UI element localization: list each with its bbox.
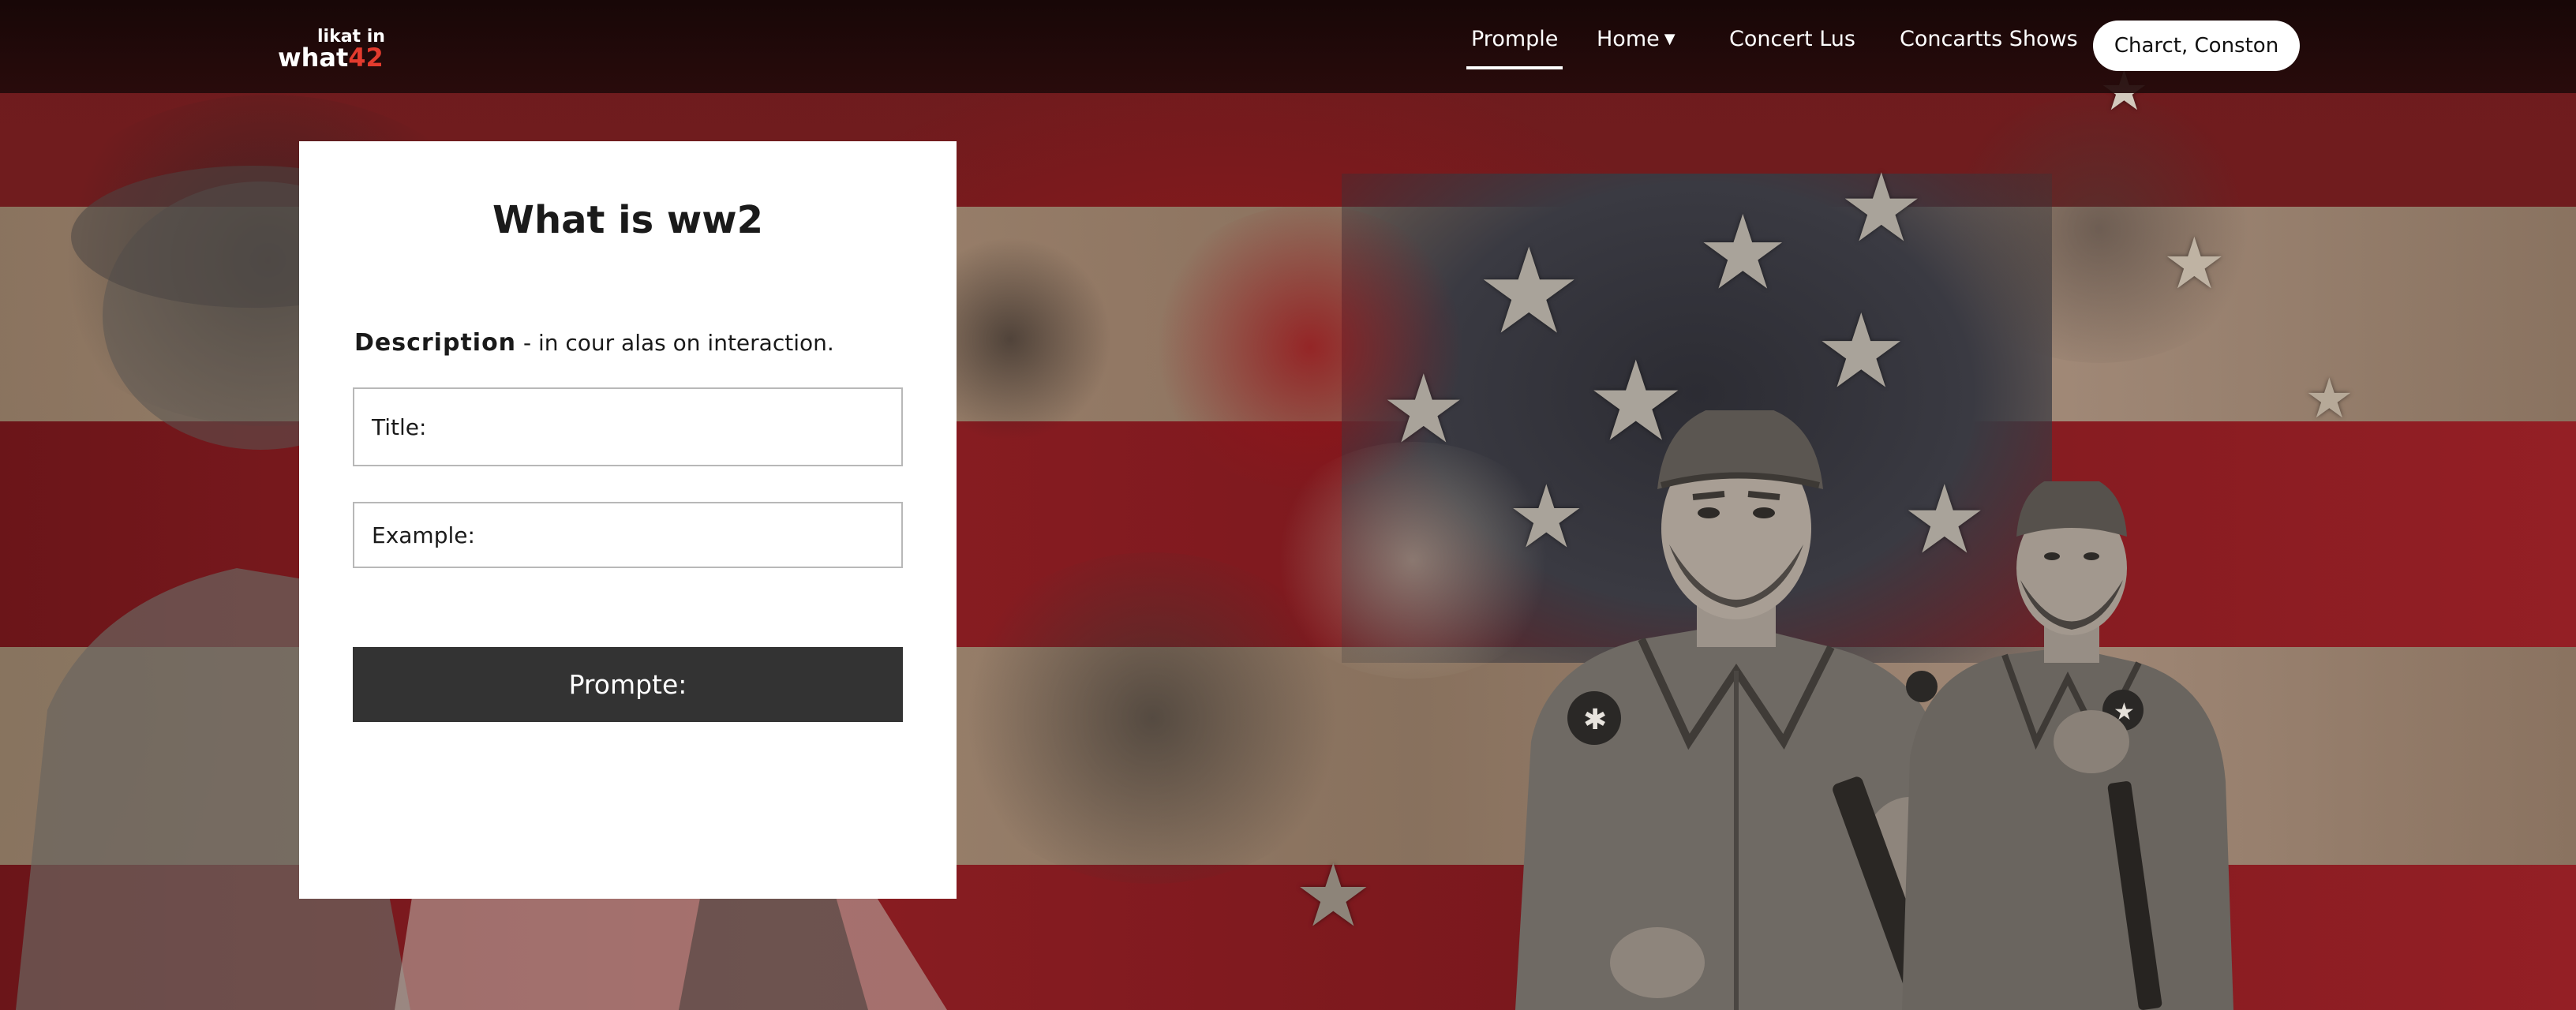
title-field-label: Title: xyxy=(372,413,427,440)
star-icon: ★ xyxy=(2162,223,2226,305)
logo-line-2-text: what xyxy=(278,43,349,73)
example-field-label: Example: xyxy=(372,522,475,548)
description-label: Description xyxy=(354,329,517,357)
nav-item-label: Concartts Shows xyxy=(1900,27,2078,51)
nav-item-concartts-shows[interactable]: Concartts Shows xyxy=(1900,27,2078,51)
example-field[interactable]: Example: xyxy=(353,502,903,568)
star-icon: ★ xyxy=(1697,193,1789,312)
star-icon: ★ xyxy=(1815,291,1908,411)
nav-item-label: Home xyxy=(1597,27,1660,51)
caret-down-icon: ▼ xyxy=(1664,31,1676,47)
logo-line-2: what42 xyxy=(278,43,384,73)
prompt-form-card: What is ww2 Description - in cour alas o… xyxy=(299,141,957,899)
star-icon: ★ xyxy=(1839,154,1924,264)
title-field[interactable]: Title: xyxy=(353,387,903,466)
prompte-submit-button[interactable]: Prompte: xyxy=(353,647,903,722)
description-text: - in cour alas on interaction. xyxy=(516,330,834,356)
star-icon: ★ xyxy=(1294,845,1372,946)
card-title: What is ww2 xyxy=(492,198,763,242)
card-description: Description - in cour alas on interactio… xyxy=(354,329,834,357)
star-icon: ★ xyxy=(2305,366,2354,431)
nav-item-label: Concert Lus xyxy=(1729,27,1855,51)
nav-cta-button[interactable]: Charct, Conston xyxy=(2093,21,2300,71)
nav-item-concert-lus[interactable]: Concert Lus xyxy=(1729,27,1855,51)
nav-item-home[interactable]: Home ▼ xyxy=(1597,27,1676,51)
star-icon: ★ xyxy=(1476,223,1582,361)
site-logo[interactable]: likat in what42 xyxy=(278,27,388,73)
top-navbar: likat in what42 Promple Home ▼ Concert Lu… xyxy=(0,0,2576,93)
nav-item-promple[interactable]: Promple xyxy=(1466,27,1563,69)
soldier-figure-secondary: ★ xyxy=(1902,481,2233,1010)
star-icon: ★ xyxy=(1381,355,1466,465)
svg-text:✱: ✱ xyxy=(1583,704,1607,736)
logo-line-2-number: 42 xyxy=(348,43,384,73)
nav-item-label: Promple xyxy=(1471,27,1559,51)
